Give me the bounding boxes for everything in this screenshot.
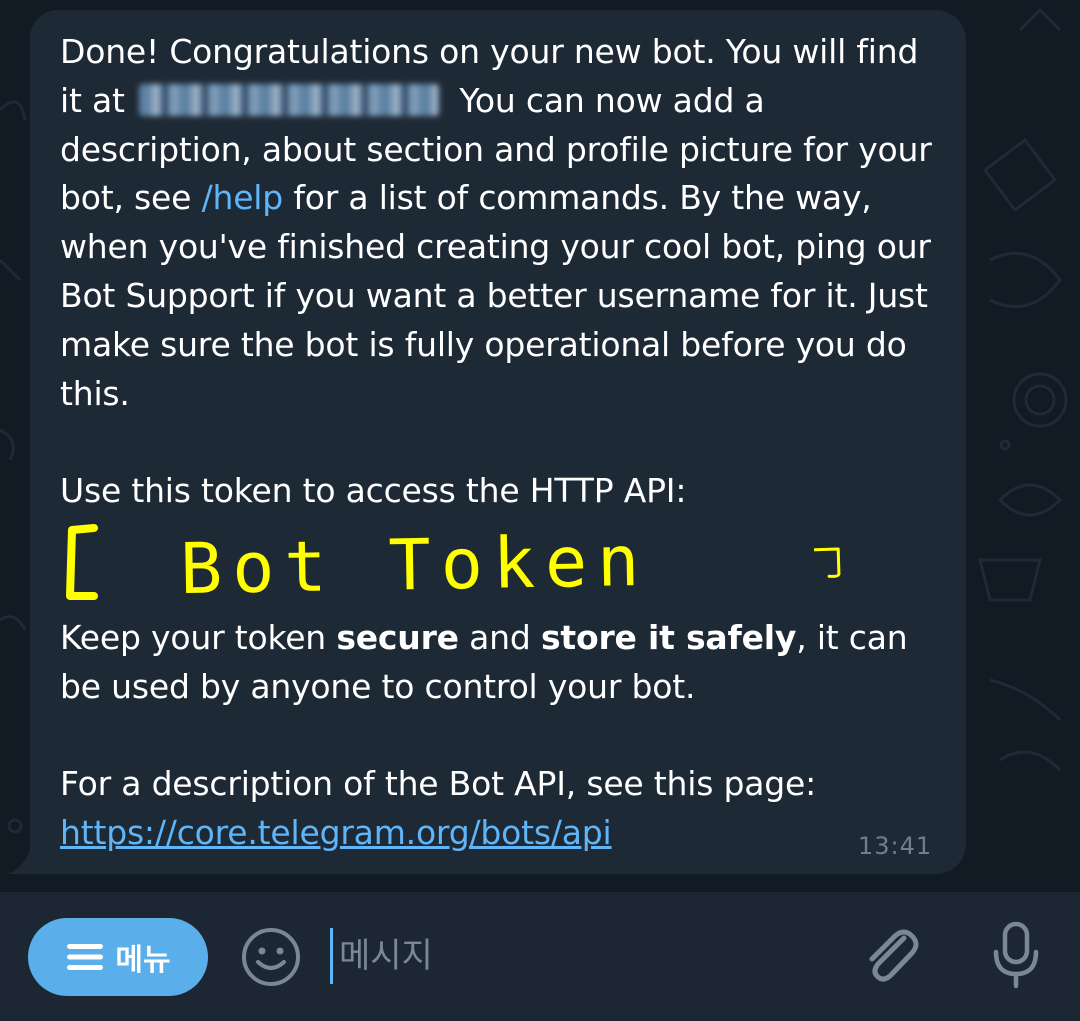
message-text: Done! Congratulations on your new bot. Y… <box>60 28 940 858</box>
paperclip-icon[interactable] <box>860 924 920 988</box>
warning-bold-store: store it safely <box>540 617 797 657</box>
menu-label: 메뉴 <box>115 943 171 978</box>
bot-token-placeholder: Bot Token <box>179 519 650 611</box>
message-input-bar: 메뉴 <box>0 892 1080 1021</box>
api-description-text: For a description of the Bot API, see th… <box>60 764 817 804</box>
help-command-link[interactable]: /help <box>202 178 284 217</box>
telegram-chat-screen: Done! Congratulations on your new bot. Y… <box>0 0 1080 1021</box>
api-link-line: https://core.telegram.org/bots/api <box>60 809 940 858</box>
warning-text-and: and <box>469 617 531 657</box>
redacted-bot-username <box>139 83 440 116</box>
right-bracket-mark <box>814 547 841 578</box>
token-intro-text: Use this token to access the HTTP API: <box>60 471 687 511</box>
hamburger-icon <box>67 944 104 970</box>
warning-text-start: Keep your token <box>60 617 327 657</box>
bot-token-highlight: Bot Token <box>60 516 940 614</box>
message-input[interactable] <box>330 928 830 984</box>
warning-bold-secure: secure <box>336 617 459 657</box>
menu-button[interactable]: 메뉴 <box>28 918 208 996</box>
microphone-icon[interactable] <box>990 920 1042 990</box>
intro-text-end: for a list of commands. By the way, when… <box>60 178 931 413</box>
bubble-tail <box>8 848 38 874</box>
security-warning: Keep your token secure and store it safe… <box>60 614 940 712</box>
emoji-icon[interactable] <box>240 926 302 988</box>
message-time: 13:41 <box>858 832 933 860</box>
paragraph-intro: Done! Congratulations on your new bot. Y… <box>60 28 940 418</box>
left-bracket-mark <box>66 523 98 600</box>
bot-api-link[interactable]: https://core.telegram.org/bots/api <box>60 813 612 852</box>
